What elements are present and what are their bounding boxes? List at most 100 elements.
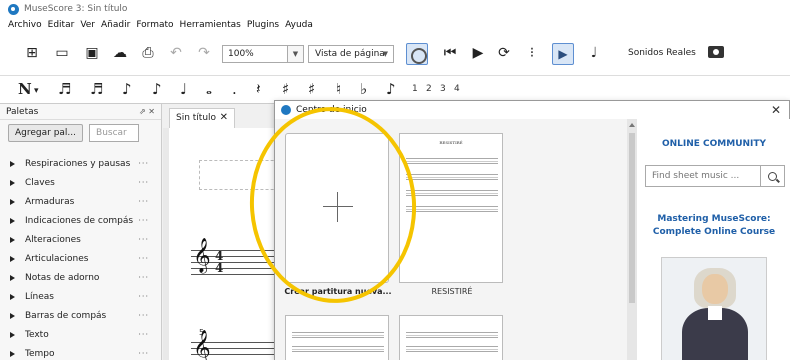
palette-item-label: Respiraciones y pausas <box>25 158 131 169</box>
play-icon[interactable]: ▶ <box>468 43 488 63</box>
menu-archivo[interactable]: Archivo <box>8 20 42 30</box>
more-options-icon[interactable]: ··· <box>138 254 149 263</box>
more-options-icon[interactable]: ··· <box>138 273 149 282</box>
zoom-input[interactable]: 100% <box>222 45 288 63</box>
new-score-label[interactable]: Crear partitura nueva... <box>283 287 393 296</box>
score-tab-label: Sin título <box>176 113 217 123</box>
panel-float-close-icon[interactable]: ⇗ ✕ <box>139 107 155 116</box>
palette-item[interactable]: Tempo ··· <box>0 344 161 360</box>
recent-score-card[interactable]: RESISTIRÉ <box>399 133 503 283</box>
new-score-icon[interactable]: ⊞ <box>22 43 42 63</box>
tab-score-untitled[interactable]: Sin título ✕ <box>169 108 235 128</box>
palette-item-label: Tempo <box>25 348 55 359</box>
expand-triangle-icon <box>10 179 15 186</box>
palette-list: Respiraciones y pausas ··· Claves ··· Arma… <box>0 146 161 360</box>
new-score-card[interactable] <box>285 133 389 283</box>
more-options-icon[interactable]: ··· <box>138 235 149 244</box>
treble-clef-icon: 𝄞 <box>193 330 211 360</box>
quarter-note-icon[interactable]: ♩ <box>180 80 187 98</box>
undo-icon[interactable]: ↶ <box>166 43 186 63</box>
sheet-music-search-input[interactable] <box>646 166 760 186</box>
expand-triangle-icon <box>10 236 15 243</box>
metronome-toggle-icon[interactable] <box>406 43 428 65</box>
toggle-sharp-icon[interactable]: ♯ <box>282 80 289 98</box>
add-palette-button[interactable]: Agregar pal... <box>8 124 84 142</box>
voice-4-button[interactable]: 4 <box>454 84 460 94</box>
voice-2-button[interactable]: 2 <box>426 84 432 94</box>
palette-item[interactable]: Líneas ··· <box>0 287 161 306</box>
eighth-note-icon[interactable]: ♪ <box>152 80 162 98</box>
palette-search-button[interactable]: Buscar <box>89 124 140 142</box>
scrollbar-thumb[interactable] <box>629 133 635 303</box>
sixtyfourth-note-icon[interactable]: ♬ <box>58 80 71 98</box>
palette-item[interactable]: Texto ··· <box>0 325 161 344</box>
expand-triangle-icon <box>10 255 15 262</box>
palette-item[interactable]: Articulaciones ··· <box>0 249 161 268</box>
more-options-icon[interactable]: ··· <box>138 197 149 206</box>
loop-icon[interactable]: ⟳ <box>494 43 514 63</box>
palette-item-label: Articulaciones <box>25 253 89 264</box>
natural-icon[interactable]: ♮ <box>336 80 341 98</box>
rewind-icon[interactable]: ⏮ <box>440 43 460 63</box>
whole-note-icon[interactable]: 𝅝 <box>206 80 212 98</box>
menu-editar[interactable]: Editar <box>48 20 75 30</box>
open-folder-icon[interactable]: ▭ <box>52 43 72 63</box>
expand-triangle-icon <box>10 217 15 224</box>
repeat-icon[interactable]: ⁝ <box>522 43 542 63</box>
rest-icon[interactable]: 𝄽 <box>256 80 261 98</box>
palette-item[interactable]: Barras de compás ··· <box>0 306 161 325</box>
palette-item[interactable]: Indicaciones de compás ··· <box>0 211 161 230</box>
dot-icon[interactable]: . <box>232 80 237 98</box>
metronome-sound-icon[interactable]: ♩ <box>584 43 604 63</box>
palette-item[interactable]: Claves ··· <box>0 173 161 192</box>
menu-herramientas[interactable]: Herramientas <box>180 20 241 30</box>
note-input-mode-icon[interactable]: N <box>18 80 32 98</box>
real-sounds-label[interactable]: Sonidos Reales <box>628 48 696 58</box>
palette-item[interactable]: Respiraciones y pausas ··· <box>0 154 161 173</box>
course-link[interactable]: Mastering MuseScore: Complete Online Cou… <box>637 213 790 239</box>
close-icon[interactable]: ✕ <box>771 103 781 117</box>
palette-item[interactable]: Notas de adorno ··· <box>0 268 161 287</box>
recent-score-card[interactable] <box>399 315 503 360</box>
dialog-title: Centro de inicio <box>296 105 367 115</box>
palette-item[interactable]: Alteraciones ··· <box>0 230 161 249</box>
print-icon[interactable]: ⎙ <box>138 43 158 63</box>
search-button[interactable] <box>760 166 784 186</box>
palette-item[interactable]: Armaduras ··· <box>0 192 161 211</box>
gallery-scrollbar[interactable] <box>627 119 637 360</box>
menu-ver[interactable]: Ver <box>80 20 95 30</box>
more-options-icon[interactable]: ··· <box>138 330 149 339</box>
more-options-icon[interactable]: ··· <box>138 178 149 187</box>
expand-triangle-icon <box>10 198 15 205</box>
menu-ayuda[interactable]: Ayuda <box>285 20 313 30</box>
voice-3-button[interactable]: 3 <box>440 84 446 94</box>
recent-score-label[interactable]: RESISTIRÉ <box>397 287 507 296</box>
scroll-up-arrow-icon[interactable] <box>629 123 635 127</box>
tie-icon[interactable]: ♪ <box>386 80 396 98</box>
flat-icon[interactable]: ♭ <box>360 80 367 98</box>
play-panel-toggle-icon[interactable]: ▶ <box>552 43 574 65</box>
more-options-icon[interactable]: ··· <box>138 311 149 320</box>
composer-portrait-image[interactable] <box>661 257 767 360</box>
redo-icon[interactable]: ↷ <box>194 43 214 63</box>
view-mode-select[interactable]: Vista de página ▼ <box>308 45 394 63</box>
camera-icon[interactable] <box>708 46 724 58</box>
more-options-icon[interactable]: ··· <box>138 216 149 225</box>
more-options-icon[interactable]: ··· <box>138 349 149 358</box>
more-options-icon[interactable]: ··· <box>138 159 149 168</box>
menu-plugins[interactable]: Plugins <box>247 20 279 30</box>
musescore-logo-icon <box>281 105 291 115</box>
menu-anadir[interactable]: Añadir <box>101 20 130 30</box>
cloud-upload-icon[interactable]: ☁ <box>110 43 130 63</box>
recent-score-card[interactable] <box>285 315 389 360</box>
sixteenth-note-icon[interactable]: ♪ <box>122 80 132 98</box>
zoom-dropdown-arrow[interactable]: ▼ <box>288 45 304 63</box>
chevron-down-icon[interactable]: ▾ <box>34 86 39 96</box>
sharp-icon[interactable]: ♯ <box>308 80 315 98</box>
save-icon[interactable]: ▣ <box>82 43 102 63</box>
more-options-icon[interactable]: ··· <box>138 292 149 301</box>
close-icon[interactable]: ✕ <box>220 109 228 127</box>
thirtysecond-note-icon[interactable]: ♬ <box>90 80 103 98</box>
voice-1-button[interactable]: 1 <box>412 84 418 94</box>
menu-formato[interactable]: Formato <box>136 20 173 30</box>
